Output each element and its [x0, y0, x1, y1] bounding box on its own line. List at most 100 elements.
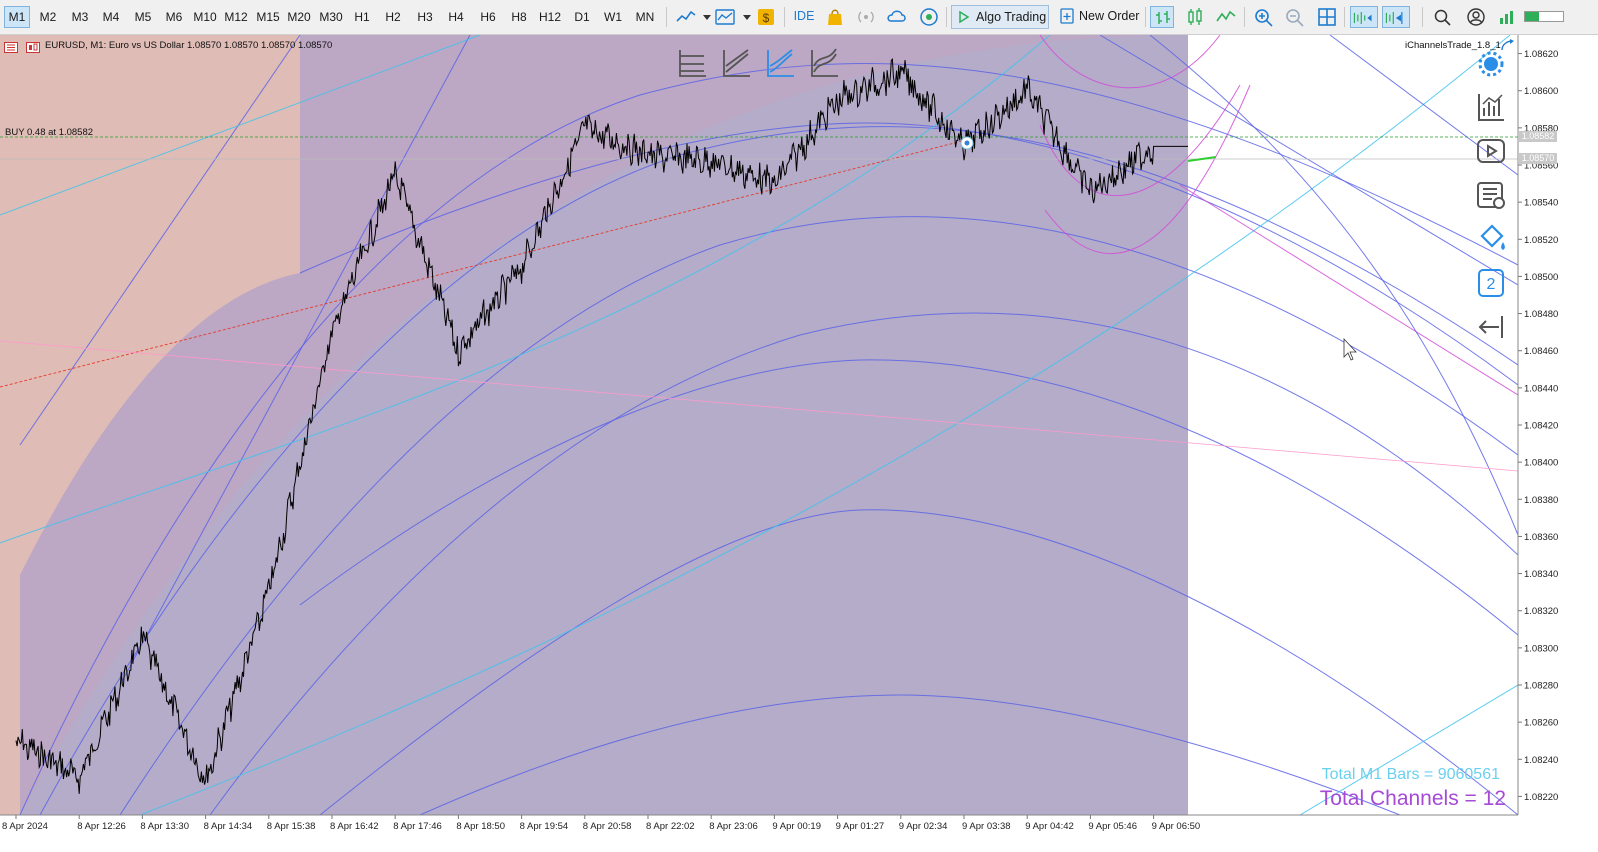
- channel-template-3-icon[interactable]: [764, 46, 798, 80]
- timeframe-h1[interactable]: H1: [349, 6, 375, 28]
- timeframe-h4[interactable]: H4: [443, 6, 469, 28]
- price-tick-label: 1.08360: [1524, 532, 1558, 543]
- price-tick-label: 1.08500: [1524, 272, 1558, 283]
- chart-properties-icon[interactable]: [26, 40, 40, 53]
- tile-windows-icon[interactable]: [1315, 6, 1339, 28]
- timeframe-m4[interactable]: M4: [98, 6, 124, 28]
- price-tick-label: 1.08380: [1524, 495, 1558, 506]
- price-tick-label: 1.08280: [1524, 681, 1558, 692]
- community-icon[interactable]: [917, 6, 941, 28]
- timeframe-m30[interactable]: M30: [316, 6, 346, 28]
- new-order-button[interactable]: New Order: [1055, 5, 1141, 29]
- ask-price-box: 1.08582: [1519, 131, 1557, 142]
- time-tick-label: 9 Apr 03:38: [962, 821, 1011, 832]
- chart-symbol-header: EURUSD, M1: Euro vs US Dollar 1.08570 1.…: [45, 40, 333, 51]
- zoom-out-icon[interactable]: [1283, 6, 1307, 28]
- timeframe-m15[interactable]: M15: [253, 6, 283, 28]
- channel-count-icon[interactable]: 2: [1474, 266, 1508, 300]
- channel-template-2-icon[interactable]: [720, 46, 754, 80]
- timeframe-w1[interactable]: W1: [600, 6, 626, 28]
- position-marker[interactable]: [960, 136, 974, 150]
- timeframe-m6[interactable]: M6: [161, 6, 187, 28]
- timeframe-m1[interactable]: M1: [4, 6, 30, 28]
- timeframe-m2[interactable]: M2: [35, 6, 61, 28]
- timeframe-h2[interactable]: H2: [380, 6, 406, 28]
- chart-stats-icon[interactable]: [1474, 90, 1508, 124]
- timeframe-h8[interactable]: H8: [506, 6, 532, 28]
- new-order-label: New Order: [1079, 9, 1140, 23]
- price-tick-label: 1.08620: [1524, 49, 1558, 60]
- bid-price-box: 1.08570: [1519, 153, 1557, 164]
- total-bars-text: Total M1 Bars = 9060561: [1321, 766, 1500, 783]
- time-tick-label: 8 Apr 19:54: [520, 821, 569, 832]
- price-tick-label: 1.08540: [1524, 198, 1558, 209]
- ide-button[interactable]: IDE: [792, 5, 816, 29]
- cloud-vps-icon[interactable]: [885, 6, 909, 28]
- price-tick-label: 1.08600: [1524, 86, 1558, 97]
- time-tick-label: 8 Apr 13:30: [140, 821, 189, 832]
- bar-chart-icon[interactable]: [1150, 6, 1174, 28]
- svg-text:$: $: [763, 11, 770, 25]
- play-video-icon[interactable]: [1474, 134, 1508, 168]
- timeframe-m3[interactable]: M3: [67, 6, 93, 28]
- toolbar-separator: [1145, 7, 1146, 27]
- timeframe-m20[interactable]: M20: [284, 6, 314, 28]
- timeframe-h12[interactable]: H12: [535, 6, 565, 28]
- price-tick-label: 1.08220: [1524, 792, 1558, 803]
- search-icon[interactable]: [1431, 6, 1455, 28]
- price-tick-label: 1.08440: [1524, 383, 1558, 394]
- timeframe-m10[interactable]: M10: [190, 6, 220, 28]
- signals-icon[interactable]: [854, 6, 878, 28]
- time-tick-label: 9 Apr 02:34: [899, 821, 948, 832]
- paint-bucket-icon[interactable]: [1474, 222, 1508, 256]
- toolbar-separator: [1244, 7, 1245, 27]
- indicators-dropdown-icon[interactable]: [735, 6, 751, 28]
- time-tick-label: 8 Apr 15:38: [267, 821, 316, 832]
- dollar-icon[interactable]: $: [754, 6, 778, 28]
- candlestick-icon[interactable]: [1183, 6, 1207, 28]
- timeframe-h6[interactable]: H6: [475, 6, 501, 28]
- time-tick-label: 9 Apr 05:46: [1088, 821, 1137, 832]
- toolbar-separator: [666, 7, 667, 27]
- line-chart-icon[interactable]: [1214, 6, 1238, 28]
- report-list-icon[interactable]: [1474, 178, 1508, 212]
- toolbar-separator: [1344, 7, 1345, 27]
- settings-gear-icon[interactable]: [1474, 47, 1508, 81]
- algo-trading-button[interactable]: Algo Trading: [951, 5, 1049, 29]
- svg-text:2: 2: [1487, 276, 1496, 293]
- chart-shift-icon[interactable]: [1382, 6, 1410, 28]
- price-tick-label: 1.08480: [1524, 309, 1558, 320]
- chart-type-dropdown-icon[interactable]: [695, 6, 711, 28]
- time-tick-label: 8 Apr 12:26: [77, 821, 126, 832]
- timeframe-h3[interactable]: H3: [412, 6, 438, 28]
- market-bag-icon[interactable]: [823, 6, 847, 28]
- price-tick-label: 1.08420: [1524, 421, 1558, 432]
- price-tick-label: 1.08320: [1524, 606, 1558, 617]
- time-tick-label: 9 Apr 04:42: [1025, 821, 1074, 832]
- plus-icon: [1059, 5, 1075, 34]
- main-toolbar: M1 M2 M3 M4 M5 M6 M10 M12 M15 M20 M30 H1 H2 H3 H4 H6 H8 H…: [0, 0, 1598, 35]
- channel-template-1-icon[interactable]: [676, 46, 710, 80]
- time-tick-label: 8 Apr 23:06: [709, 821, 758, 832]
- timeframe-mn[interactable]: MN: [632, 6, 658, 28]
- time-tick-label: 8 Apr 16:42: [330, 821, 379, 832]
- algo-trading-label: Algo Trading: [976, 10, 1047, 24]
- zoom-in-icon[interactable]: [1252, 6, 1276, 28]
- price-tick-label: 1.08240: [1524, 755, 1558, 766]
- timeframe-m12[interactable]: M12: [221, 6, 251, 28]
- price-chart[interactable]: 1.086201.086001.085801.085601.085401.085…: [0, 35, 1598, 852]
- channel-template-4-icon[interactable]: [808, 46, 842, 80]
- time-tick-label: 8 Apr 18:50: [456, 821, 505, 832]
- time-tick-label: 8 Apr 17:46: [393, 821, 442, 832]
- time-tick-label: 8 Apr 14:34: [204, 821, 253, 832]
- time-axis: 8 Apr 2024 8 Apr 12:26 8 Apr 13:30 8 Apr 14…: [2, 815, 1200, 832]
- chart-window[interactable]: 1.08620 1.08600 1.08580 1.08560 1.08540 1.085…: [0, 35, 1598, 852]
- timeframe-d1[interactable]: D1: [569, 6, 595, 28]
- account-icon[interactable]: [1464, 6, 1488, 28]
- price-tick-label: 1.08460: [1524, 346, 1558, 357]
- indicators-icon[interactable]: [713, 6, 737, 28]
- timeframe-m5[interactable]: M5: [130, 6, 156, 28]
- collapse-left-icon[interactable]: [1474, 310, 1508, 344]
- auto-scroll-icon[interactable]: [1350, 6, 1378, 28]
- chart-menu-icon[interactable]: [4, 40, 18, 53]
